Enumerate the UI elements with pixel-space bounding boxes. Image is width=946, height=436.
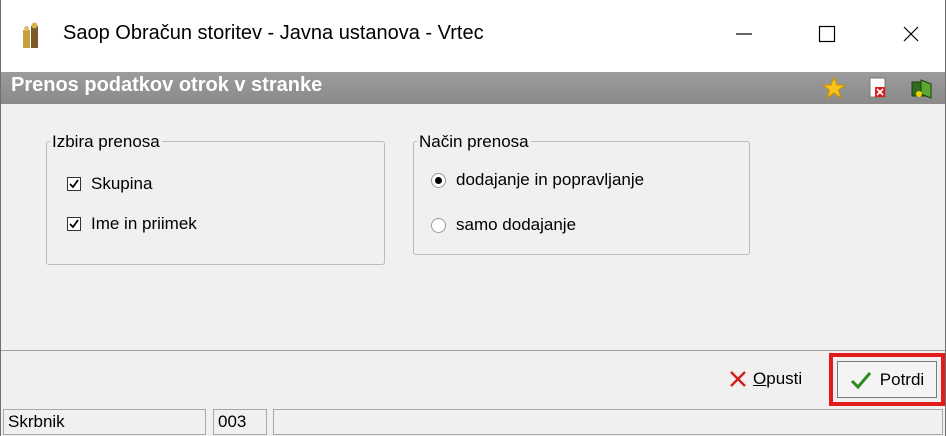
form-title: Prenos podatkov otrok v stranke: [11, 74, 323, 96]
status-field-user: Skrbnik: [3, 409, 206, 435]
radio-dodajanje-in-popravljanje-label: dodajanje in popravljanje: [456, 170, 645, 189]
confirm-button-label: Potrdi: [879, 369, 925, 389]
form-content: Izbira prenosa Skupina Ime in priimek Na…: [1, 104, 945, 350]
app-window: Saop Obračun storitev - Javna ustanova -…: [0, 0, 946, 436]
star-icon[interactable]: [821, 75, 847, 100]
maximize-icon: [817, 24, 837, 49]
izbira-prenosa-group: Izbira prenosa Skupina Ime in priimek: [46, 132, 385, 265]
minimize-icon: [734, 24, 754, 49]
status-field-code: 003: [213, 409, 267, 435]
confirm-button-highlight: Potrdi: [829, 353, 945, 406]
cancel-button-label: Opusti: [753, 369, 803, 388]
checkbox-ime-in-priimek[interactable]: Ime in priimek: [67, 214, 197, 234]
izbira-prenosa-legend: Izbira prenosa: [50, 132, 162, 152]
maximize-button[interactable]: [797, 0, 857, 72]
nacin-prenosa-legend: Način prenosa: [417, 132, 531, 152]
checkbox-checked-icon: [67, 177, 81, 191]
radio-samo-dodajanje-label: samo dodajanje: [456, 215, 577, 234]
checkbox-checked-icon: [67, 217, 81, 231]
radio-selected-icon: [431, 172, 446, 188]
radio-dodajanje-in-popravljanje[interactable]: dodajanje in popravljanje: [431, 170, 644, 190]
confirm-button[interactable]: Potrdi: [837, 361, 937, 398]
checkbox-skupina[interactable]: Skupina: [67, 174, 152, 194]
app-logo-icon: [21, 22, 49, 50]
checkbox-ime-in-priimek-label: Ime in priimek: [91, 214, 197, 233]
title-bar[interactable]: Saop Obračun storitev - Javna ustanova -…: [1, 0, 945, 72]
minimize-button[interactable]: [714, 0, 774, 72]
close-icon: [901, 24, 921, 49]
window-title: Saop Obračun storitev - Javna ustanova -…: [63, 22, 484, 44]
checkbox-skupina-label: Skupina: [91, 174, 153, 193]
nacin-prenosa-group: Način prenosa dodajanje in popravljanje …: [413, 132, 750, 255]
button-bar: Opusti Potrdi: [1, 351, 945, 407]
status-field-message: [273, 409, 943, 435]
close-button[interactable]: [881, 0, 941, 72]
exit-icon[interactable]: [909, 76, 935, 100]
close-document-icon[interactable]: [865, 76, 891, 100]
checkmark-icon: [850, 370, 872, 390]
cancel-x-icon: [729, 370, 747, 388]
radio-unselected-icon: [431, 217, 446, 233]
form-header: Prenos podatkov otrok v stranke: [1, 72, 945, 104]
cancel-button[interactable]: Opusti: [729, 369, 802, 389]
radio-samo-dodajanje[interactable]: samo dodajanje: [431, 215, 576, 235]
status-bar: Skrbnik 003: [1, 407, 945, 436]
